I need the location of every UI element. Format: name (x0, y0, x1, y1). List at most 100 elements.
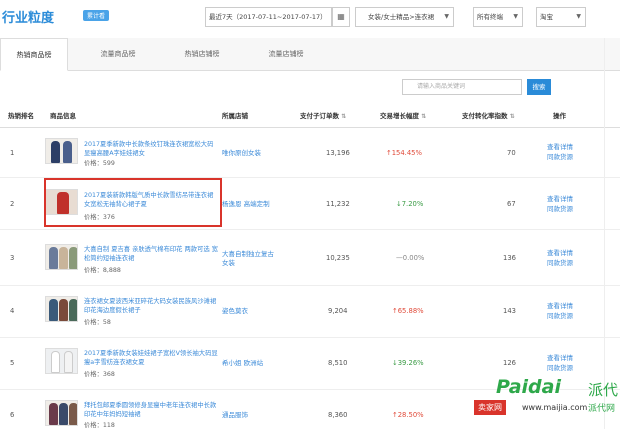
rank-cell: 3 (10, 254, 15, 262)
conversion-cell: 126 (503, 359, 516, 367)
same-source-link[interactable]: 同款货源 (547, 364, 573, 373)
product-thumbnail[interactable] (45, 244, 78, 270)
terminal-select[interactable]: 所有终端 ▼ (473, 7, 523, 27)
product-thumbnail[interactable] (45, 348, 78, 374)
orders-cell: 11,232 (326, 200, 350, 208)
view-details-link[interactable]: 查看详情 (547, 249, 573, 258)
table-row: 4 连衣裙女夏波西米亚碎花大码女装民族风沙滩裙印花海边度假长裙子 价格：58 姿… (0, 286, 620, 338)
view-details-link[interactable]: 查看详情 (547, 143, 573, 152)
sort-icon[interactable]: ⇅ (510, 113, 515, 120)
search-bar: 请输入商品关键词 搜索 (0, 71, 620, 101)
rank-cell: 2 (10, 200, 15, 208)
tab-hot-products[interactable]: 热销商品榜 (0, 38, 68, 71)
sort-icon[interactable]: ⇅ (421, 113, 426, 120)
conversion-cell: 143 (503, 307, 516, 315)
shop-type-label: 淘宝 (540, 13, 553, 21)
tab-hot-shops[interactable]: 热销店铺榜 (168, 38, 236, 71)
terminal-label: 所有终端 (477, 13, 503, 21)
same-source-link[interactable]: 同款货源 (547, 153, 573, 162)
product-price: 价格：118 (84, 422, 115, 429)
growth-value: 0.00% (402, 254, 425, 262)
growth-cell: ↓39.26% (392, 359, 424, 367)
calendar-icon[interactable]: ▦ (332, 7, 350, 27)
product-name-link[interactable]: 2017夏季新款女装娃娃裙子宽松V领长袖大码显瘦a字雪纺连衣裙女夏 (84, 349, 219, 367)
search-button[interactable]: 搜索 (527, 79, 551, 95)
product-name-link[interactable]: 拜托包邮夏季圆领修身显瘦中老年连衣裙中长款印花中年妈妈短袖裙 (84, 401, 219, 419)
product-thumbnail[interactable] (45, 400, 78, 426)
search-input[interactable]: 请输入商品关键词 (402, 79, 522, 95)
header-orders[interactable]: 支付子订单数 ⇅ (300, 104, 346, 129)
product-name-link[interactable]: 2017夏季新款中长款条纹钉珠连衣裙宽松大码显瘦高腰A字娃娃裙女 (84, 140, 219, 158)
highlight-box (44, 178, 222, 227)
header-ops: 操作 (553, 112, 566, 120)
growth-cell: —0.00% (396, 254, 424, 262)
chevron-down-icon: ▼ (576, 13, 581, 20)
shop-type-select[interactable]: 淘宝 ▼ (536, 7, 586, 27)
orders-cell: 8,360 (328, 411, 348, 419)
growth-cell: ↓7.20% (396, 200, 423, 208)
paidai-site-label: 派代网 (588, 404, 616, 414)
same-source-link[interactable]: 同款货源 (547, 312, 573, 321)
growth-value: 65.88% (397, 307, 424, 315)
category-select[interactable]: 女装/女士精品>连衣裙 ▼ (355, 7, 454, 27)
chevron-down-icon: ▼ (513, 13, 518, 20)
same-source-link[interactable]: 同款货源 (547, 259, 573, 268)
header-conversion[interactable]: 支付转化率指数 ⇅ (462, 104, 515, 129)
sort-icon[interactable]: ⇅ (341, 113, 346, 120)
conversion-cell: 70 (507, 149, 516, 157)
growth-cell: ↑154.45% (386, 149, 422, 157)
chevron-down-icon: ▼ (444, 13, 449, 20)
same-source-link[interactable]: 同款货源 (547, 205, 573, 214)
shop-link[interactable]: 希小姐 欧洲站 (222, 359, 278, 368)
rank-cell: 5 (10, 359, 15, 367)
shop-link[interactable]: 唯你原创女装 (222, 149, 278, 158)
ranking-tabs: 热销商品榜 流量商品榜 热销店铺榜 流量店铺榜 (0, 38, 620, 71)
paidai-logo-cn: 派代 (588, 381, 619, 399)
growth-value: 39.26% (397, 359, 424, 367)
paidai-logo: Paidai (496, 376, 561, 398)
rank-cell: 4 (10, 307, 15, 315)
date-range-select[interactable]: 最近7天（2017-07-11~2017-07-17） (205, 7, 332, 27)
product-price: 价格：58 (84, 319, 111, 326)
tab-traffic-products[interactable]: 流量商品榜 (84, 38, 152, 71)
cumulative-badge[interactable]: 累计看 (83, 10, 110, 21)
scrollbar-track[interactable] (604, 38, 605, 429)
table-header: 热销排名 商品信息 所属店铺 支付子订单数 ⇅ 交易增长幅度 ⇅ 支付转化率指数… (0, 104, 620, 128)
product-name-link[interactable]: 大喜自制 夏吉喜 亲肤透气棉布印花 两款可选 宽松简约短袖连衣裙 (84, 245, 219, 263)
product-price: 价格：368 (84, 371, 115, 378)
growth-value: 7.20% (401, 200, 424, 208)
product-thumbnail[interactable] (45, 296, 78, 322)
view-details-link[interactable]: 查看详情 (547, 354, 573, 363)
header-orders-label: 支付子订单数 (300, 112, 339, 120)
dash-icon: — (396, 254, 403, 262)
orders-cell: 9,204 (328, 307, 348, 315)
header-item: 商品信息 (50, 112, 76, 120)
header-rank: 热销排名 (8, 112, 34, 120)
product-price: 价格：599 (84, 160, 115, 167)
tab-traffic-shops[interactable]: 流量店铺榜 (252, 38, 320, 71)
table-row: 1 2017夏季新款中长款条纹钉珠连衣裙宽松大码显瘦高腰A字娃娃裙女 价格：59… (0, 128, 620, 178)
orders-cell: 8,510 (328, 359, 348, 367)
view-details-link[interactable]: 查看详情 (547, 302, 573, 311)
shop-link[interactable]: 姿色莫衣 (222, 307, 278, 316)
product-price: 价格：8,888 (84, 267, 121, 274)
product-thumbnail[interactable] (45, 138, 78, 164)
growth-cell: ↑28.50% (392, 411, 424, 419)
header-growth[interactable]: 交易增长幅度 ⇅ (380, 104, 426, 129)
page-header: 行业粒度 累计看 最近7天（2017-07-11~2017-07-17） ▦ 女… (0, 0, 620, 38)
shop-link[interactable]: 大喜自制独立复古女装 (222, 250, 278, 268)
header-growth-label: 交易增长幅度 (380, 112, 419, 120)
maijia-label: 卖家网 (474, 400, 506, 415)
table-row: 3 大喜自制 夏吉喜 亲肤透气棉布印花 两款可选 宽松简约短袖连衣裙 价格：8,… (0, 230, 620, 286)
shop-link[interactable]: 杨逸恩 高端定制 (222, 200, 278, 209)
product-name-link[interactable]: 连衣裙女夏波西米亚碎花大码女装民族风沙滩裙印花海边度假长裙子 (84, 297, 219, 315)
view-details-link[interactable]: 查看详情 (547, 195, 573, 204)
maijia-url: www.maijia.com (522, 403, 588, 412)
rank-cell: 6 (10, 411, 15, 419)
orders-cell: 13,196 (326, 149, 350, 157)
growth-value: 154.45% (391, 149, 422, 157)
growth-value: 28.50% (397, 411, 424, 419)
shop-link[interactable]: 通品服饰 (222, 411, 278, 420)
rank-cell: 1 (10, 149, 15, 157)
header-shop: 所属店铺 (222, 112, 248, 120)
